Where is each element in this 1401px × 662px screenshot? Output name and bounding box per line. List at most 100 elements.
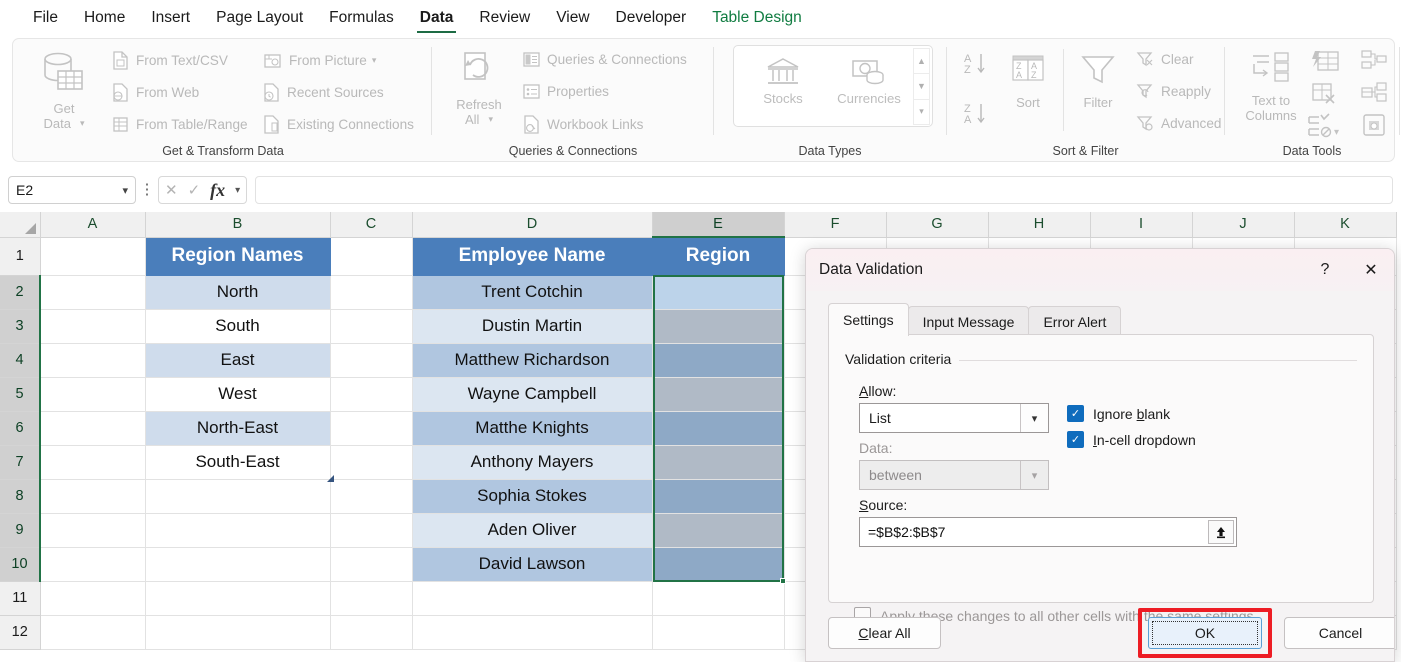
cancel-button[interactable]: Cancel (1284, 617, 1394, 649)
column-header-e[interactable]: E (652, 212, 785, 238)
refresh-all-button[interactable]: Refresh All ▾ (445, 51, 513, 127)
cell-d7[interactable]: Anthony Mayers (412, 445, 653, 480)
cell-e1[interactable]: Region (652, 237, 785, 276)
cell-e11[interactable] (652, 581, 785, 616)
data-validation-button[interactable]: ▾ (1306, 113, 1344, 142)
cell-b1[interactable]: Region Names (145, 237, 331, 276)
cell-c3[interactable] (330, 309, 413, 344)
cell-d12[interactable] (412, 615, 653, 650)
sort-za-button[interactable]: ZA (962, 101, 992, 130)
cell-d10[interactable]: David Lawson (412, 547, 653, 582)
column-header-d[interactable]: D (412, 212, 653, 238)
cell-a10[interactable] (40, 547, 146, 582)
from-web-button[interactable]: From Web (112, 83, 199, 102)
cell-c1[interactable] (330, 237, 413, 276)
cell-e2[interactable] (652, 275, 785, 310)
tab-file[interactable]: File (20, 1, 71, 35)
column-header-j[interactable]: J (1192, 212, 1295, 238)
table-resize-handle-b[interactable] (327, 475, 334, 482)
row-header-8[interactable]: 8 (0, 479, 41, 514)
row-header-3[interactable]: 3 (0, 309, 41, 344)
tab-data[interactable]: Data (407, 1, 467, 35)
insert-function-icon[interactable]: fx (210, 180, 225, 201)
cell-b4[interactable]: East (145, 343, 331, 378)
cell-c8[interactable] (330, 479, 413, 514)
clear-all-button[interactable]: Clear All (828, 617, 941, 649)
row-header-12[interactable]: 12 (0, 615, 41, 650)
chevron-down-icon[interactable]: ▾ (1020, 404, 1048, 432)
tab-formulas[interactable]: Formulas (316, 1, 407, 35)
name-box[interactable]: E2 ▾ (8, 176, 136, 204)
stocks-button[interactable]: Stocks (748, 56, 818, 106)
row-header-1[interactable]: 1 (0, 237, 41, 276)
formula-input[interactable] (255, 176, 1393, 204)
cell-c9[interactable] (330, 513, 413, 548)
cell-e10[interactable] (652, 547, 785, 582)
tab-input-message[interactable]: Input Message (907, 306, 1030, 336)
reapply-filter-button[interactable]: Reapply (1136, 83, 1211, 100)
cell-e4[interactable] (652, 343, 785, 378)
cell-b3[interactable]: South (145, 309, 331, 344)
cell-d8[interactable]: Sophia Stokes (412, 479, 653, 514)
cell-c11[interactable] (330, 581, 413, 616)
cell-a12[interactable] (40, 615, 146, 650)
from-picture-button[interactable]: From Picture ▾ (263, 51, 376, 70)
cell-b11[interactable] (145, 581, 331, 616)
selection-fill-handle[interactable] (780, 578, 786, 584)
get-data-button[interactable]: Get Data ▾ (33, 51, 95, 131)
help-icon[interactable]: ? (1302, 249, 1348, 291)
cell-b12[interactable] (145, 615, 331, 650)
ignore-blank-row[interactable]: ✓ Ignore blank (1067, 405, 1170, 422)
filter-button[interactable]: Filter (1070, 53, 1126, 110)
cell-d6[interactable]: Matthe Knights (412, 411, 653, 446)
tab-error-alert[interactable]: Error Alert (1028, 306, 1122, 336)
properties-button[interactable]: Properties (523, 83, 609, 100)
cell-a11[interactable] (40, 581, 146, 616)
in-cell-dropdown-checkbox[interactable]: ✓ (1067, 431, 1084, 448)
cell-a3[interactable] (40, 309, 146, 344)
recent-sources-button[interactable]: Recent Sources (263, 83, 384, 102)
cell-e8[interactable] (652, 479, 785, 514)
cell-d4[interactable]: Matthew Richardson (412, 343, 653, 378)
cell-b5[interactable]: West (145, 377, 331, 412)
cell-e7[interactable] (652, 445, 785, 480)
row-header-4[interactable]: 4 (0, 343, 41, 378)
row-header-11[interactable]: 11 (0, 581, 41, 616)
cell-b9[interactable] (145, 513, 331, 548)
relationships-button[interactable] (1360, 81, 1388, 108)
cell-c12[interactable] (330, 615, 413, 650)
in-cell-dropdown-row[interactable]: ✓ In-cell dropdown (1067, 431, 1196, 448)
cell-e3[interactable] (652, 309, 785, 344)
source-input[interactable]: =$B$2:$B$7 (859, 517, 1237, 547)
tab-view[interactable]: View (543, 1, 602, 35)
close-icon[interactable]: ✕ (1348, 249, 1394, 291)
remove-duplicates-button[interactable] (1310, 81, 1340, 110)
column-header-i[interactable]: I (1090, 212, 1193, 238)
workbook-links-button[interactable]: Workbook Links (523, 115, 643, 134)
column-header-f[interactable]: F (784, 212, 887, 238)
column-header-h[interactable]: H (988, 212, 1091, 238)
cell-b6[interactable]: North-East (145, 411, 331, 446)
sort-az-button[interactable]: AZ (962, 51, 992, 80)
ignore-blank-checkbox[interactable]: ✓ (1067, 405, 1084, 422)
row-header-7[interactable]: 7 (0, 445, 41, 480)
manage-data-model-button[interactable] (1360, 113, 1388, 140)
tab-table-design[interactable]: Table Design (699, 1, 815, 35)
formula-bar-drag-handle[interactable]: ⋮ (136, 182, 158, 197)
cell-b10[interactable] (145, 547, 331, 582)
cell-d5[interactable]: Wayne Campbell (412, 377, 653, 412)
chevron-down-icon[interactable]: ▾ (1020, 461, 1048, 489)
cell-c7[interactable] (330, 445, 413, 480)
tab-home[interactable]: Home (71, 1, 138, 35)
consolidate-button[interactable] (1360, 49, 1388, 76)
cell-b8[interactable] (145, 479, 331, 514)
dialog-title-bar[interactable]: Data Validation ? ✕ (806, 249, 1394, 291)
flash-fill-button[interactable] (1310, 49, 1340, 78)
cell-a5[interactable] (40, 377, 146, 412)
cell-d11[interactable] (412, 581, 653, 616)
range-selector-icon[interactable] (1208, 520, 1234, 544)
column-header-a[interactable]: A (40, 212, 146, 238)
cell-a8[interactable] (40, 479, 146, 514)
column-header-k[interactable]: K (1294, 212, 1397, 238)
queries-connections-button[interactable]: Queries & Connections (523, 51, 687, 68)
